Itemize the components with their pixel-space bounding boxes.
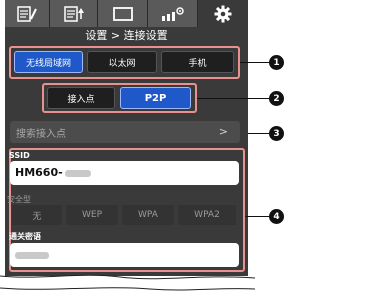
- phone-screen: 设置 > 连接设置 无线局域网 以太网 手机 接入点 P2P 搜索接入点 > S…: [5, 0, 248, 276]
- callout-1: 1: [269, 55, 284, 70]
- redacted-text: [64, 169, 91, 177]
- callout-2: 2: [269, 91, 284, 106]
- callout-4-leader: [245, 216, 269, 217]
- tab-view-remote[interactable]: [98, 0, 148, 27]
- redacted-text: [15, 251, 49, 259]
- callout-4: 4: [269, 209, 284, 224]
- security-option-wpa[interactable]: WPA: [122, 205, 174, 225]
- callout-3: 3: [269, 126, 284, 141]
- chevron-right-icon: >: [218, 125, 228, 138]
- callout-1-leader: [240, 62, 269, 63]
- tab-metadata[interactable]: [50, 0, 98, 27]
- search-access-point-row[interactable]: 搜索接入点 >: [10, 121, 240, 143]
- tab-bar: [5, 0, 248, 27]
- security-option-none[interactable]: 无: [12, 205, 62, 225]
- security-option-wep[interactable]: WEP: [66, 205, 118, 225]
- passphrase-value: [15, 248, 49, 261]
- passphrase-label: 通关密语: [9, 232, 41, 241]
- security-type-label: 安全型: [7, 195, 31, 204]
- passphrase-field[interactable]: [10, 243, 239, 267]
- connection-type-mobile-button[interactable]: 手机: [161, 51, 234, 73]
- torn-edge: [0, 274, 255, 294]
- connection-type-ethernet-button[interactable]: 以太网: [87, 51, 157, 73]
- bars-gear-icon: [161, 6, 184, 21]
- tab-camera-control[interactable]: [148, 0, 198, 27]
- access-point-mode-button[interactable]: 接入点: [47, 87, 115, 109]
- list-upload-icon: [63, 5, 84, 22]
- connection-type-wlan-button[interactable]: 无线局域网: [14, 51, 83, 73]
- page-title: 设置 > 连接设置: [85, 29, 168, 42]
- search-access-point-label: 搜索接入点: [16, 129, 66, 140]
- callout-3-leader: [248, 133, 269, 134]
- gear-icon: [214, 5, 232, 22]
- list-edit-icon: [17, 5, 37, 22]
- tab-settings[interactable]: [198, 0, 248, 27]
- p2p-mode-button[interactable]: P2P: [120, 87, 191, 109]
- screen-icon: [112, 6, 133, 21]
- ssid-field[interactable]: HM660-: [10, 161, 239, 185]
- tab-clips[interactable]: [5, 0, 50, 27]
- ssid-label: SSID: [9, 151, 30, 160]
- ssid-value: HM660-: [15, 166, 91, 179]
- security-option-wpa2[interactable]: WPA2: [178, 205, 236, 225]
- callout-2-leader: [197, 98, 269, 99]
